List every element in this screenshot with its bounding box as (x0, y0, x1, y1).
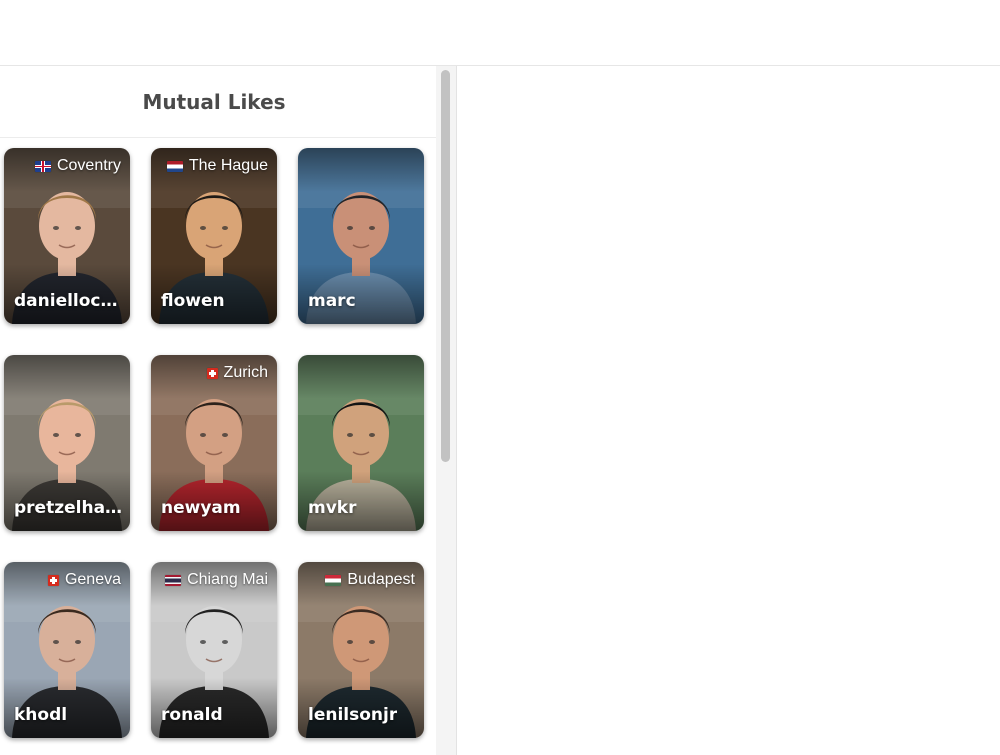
top-shade (4, 355, 130, 399)
top-shade (298, 355, 424, 399)
top-bar (0, 0, 1000, 66)
match-card[interactable]: Budapest lenilsonjr (298, 562, 424, 738)
location-text: Coventry (56, 157, 121, 174)
panel-title: Mutual Likes (142, 89, 286, 114)
thailand-flag-icon (165, 574, 182, 586)
match-card[interactable]: pretzelhan... (4, 355, 130, 531)
hungary-flag-icon (325, 574, 342, 586)
scroll-thumb[interactable] (441, 70, 450, 462)
username-label: mvkr (308, 498, 357, 518)
match-card[interactable]: marc (298, 148, 424, 324)
location-text: Zurich (223, 364, 268, 381)
username-label: newyam (161, 498, 241, 518)
match-card[interactable]: mvkr (298, 355, 424, 531)
switzerland-flag-icon (47, 574, 59, 586)
uk-flag-icon (34, 160, 51, 172)
username-label: flowen (161, 291, 225, 311)
location-label: Zurich (206, 364, 268, 382)
top-shade (298, 148, 424, 192)
username-label: lenilsonjr (308, 705, 398, 725)
username-label: ronald (161, 705, 223, 725)
username-label: khodl (14, 705, 68, 725)
match-card[interactable]: Zurich newyam (151, 355, 277, 531)
location-text: Geneva (64, 571, 121, 588)
match-card[interactable]: Chiang Mai ronald (151, 562, 277, 738)
username-label: daniellock... (14, 291, 126, 311)
switzerland-flag-icon (206, 367, 218, 379)
username-label: marc (308, 291, 356, 311)
mutual-likes-panel: Mutual Likes Coventry daniellock... The Ha… (0, 66, 437, 755)
location-label: Chiang Mai (165, 571, 268, 589)
location-label: Coventry (34, 157, 121, 175)
username-label: pretzelhan... (14, 498, 126, 518)
match-card[interactable]: Geneva khodl (4, 562, 130, 738)
panel-header: Mutual Likes (0, 66, 436, 138)
detail-area (457, 66, 1000, 755)
location-text: Budapest (347, 571, 415, 588)
panel-scrollbar[interactable] (436, 66, 457, 755)
location-label: The Hague (166, 157, 268, 175)
netherlands-flag-icon (166, 160, 183, 172)
location-text: The Hague (188, 157, 268, 174)
location-label: Geneva (47, 571, 121, 589)
match-card[interactable]: Coventry daniellock... (4, 148, 130, 324)
location-label: Budapest (325, 571, 415, 589)
location-text: Chiang Mai (187, 571, 268, 588)
match-card[interactable]: The Hague flowen (151, 148, 277, 324)
